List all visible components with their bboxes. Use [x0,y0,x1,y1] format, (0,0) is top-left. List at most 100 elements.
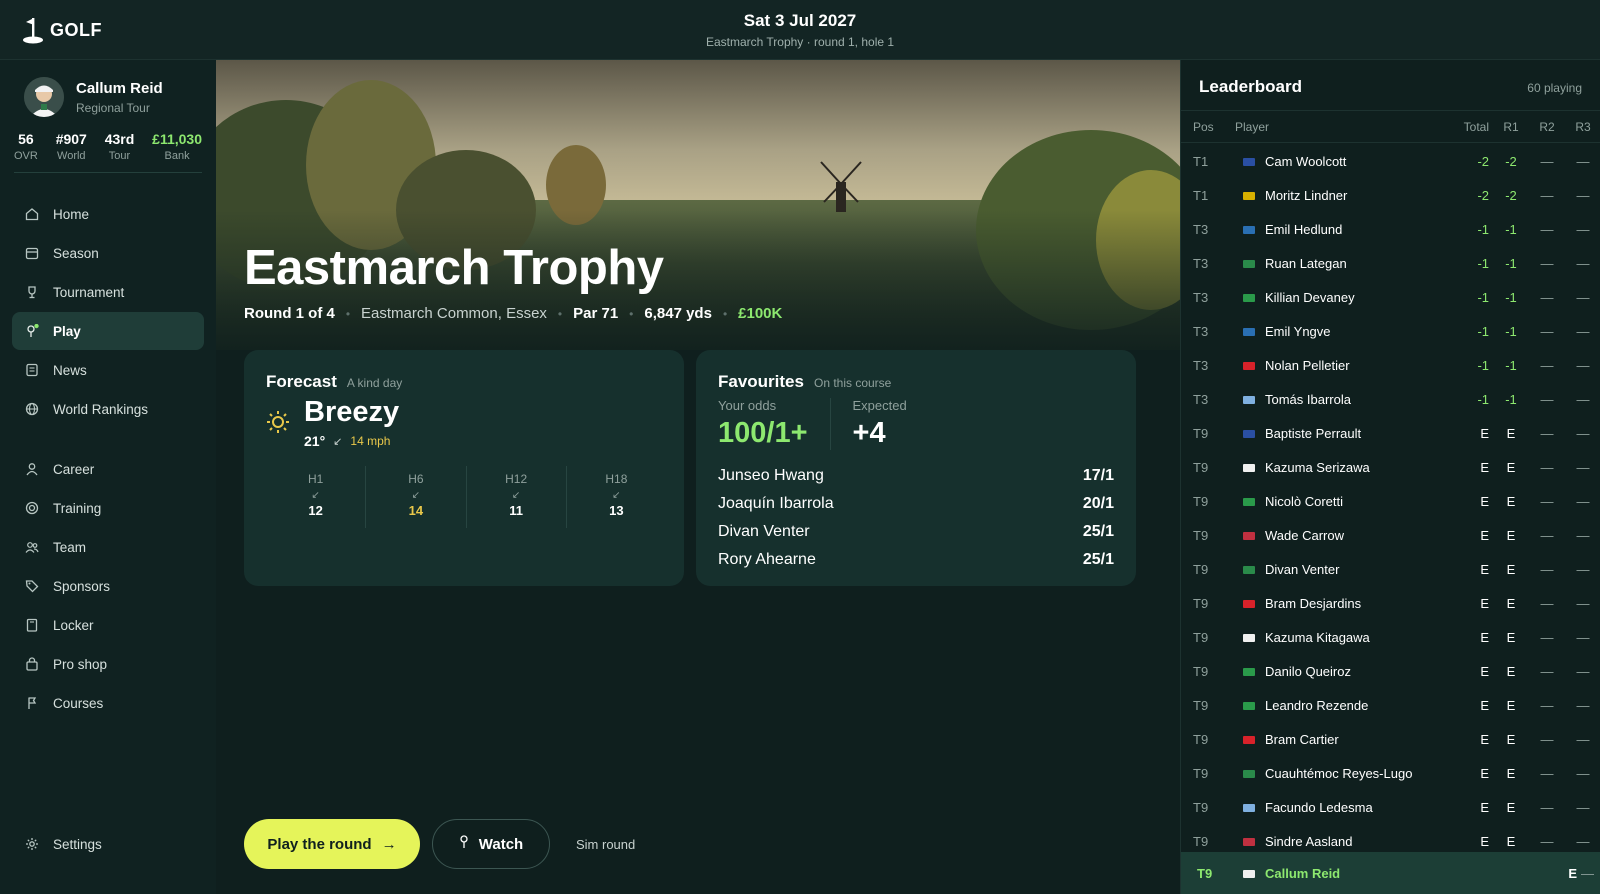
table-row[interactable]: T9 Facundo Ledesma E E — — [1181,790,1600,824]
table-row[interactable]: T3 Ruan Lategan -1 -1 — — [1181,246,1600,280]
list-item[interactable]: Rory Ahearne 25/1 [718,546,1114,574]
avatar [24,77,64,117]
nav-settings[interactable]: Settings [12,825,204,863]
round-2-score: — [1540,187,1554,203]
player-profile[interactable]: Callum Reid Regional Tour [24,77,163,117]
round-2-score: — [1540,425,1554,441]
flag-icon [1243,735,1255,744]
total-score: E [1480,459,1489,475]
flag-icon [1243,395,1255,404]
round-3-score: — [1576,459,1590,475]
flag-icon [1243,497,1255,506]
table-row[interactable]: T1 Moritz Lindner -2 -2 — — [1181,178,1600,212]
nav-news[interactable]: News [12,351,204,389]
play-round-button[interactable]: Play the round → [244,819,420,869]
table-row[interactable]: T9 Nicolò Coretti E E — — [1181,484,1600,518]
table-row[interactable]: T9 Kazuma Serizawa E E — — [1181,450,1600,484]
table-row[interactable]: T3 Nolan Pelletier -1 -1 — — [1181,348,1600,382]
current-date: Sat 3 Jul 2027 [743,11,857,30]
total-score: E [1480,595,1489,611]
position: T3 [1193,323,1209,339]
flag-icon [1243,869,1255,878]
nav-courses[interactable]: Courses [12,684,204,722]
flag-icon [1243,633,1255,642]
nav-home[interactable]: Home [12,195,204,233]
watch-button[interactable]: Watch [432,819,550,869]
stat-ovr: 56 OVR [14,131,38,162]
table-row[interactable]: T3 Emil Hedlund -1 -1 — — [1181,212,1600,246]
table-row[interactable]: T9 Cuauhtémoc Reyes-Lugo E E — — [1181,756,1600,790]
player-name: Cuauhtémoc Reyes-Lugo [1265,765,1413,781]
round-3-score: — [1576,595,1590,611]
table-row[interactable]: T9 Leandro Rezende E E — — [1181,688,1600,722]
round-3-score: — [1576,731,1590,747]
news-icon [25,363,39,377]
tournament-meta: Round 1 of 4 • Eastmarch Common, Essex •… [244,305,783,322]
forecast-title: Forecast [266,372,337,391]
position: T9 [1193,731,1209,747]
total-score: -1 [1477,323,1489,339]
nav-play[interactable]: Play [12,312,204,350]
nav-pro-shop[interactable]: Pro shop [12,645,204,683]
flag-icon [1243,701,1255,710]
globe-icon [25,402,39,416]
nav-locker[interactable]: Locker [12,606,204,644]
sim-round-button[interactable]: Sim round [576,837,635,852]
round-2-score: — [1540,799,1554,815]
table-row[interactable]: T3 Killian Devaney -1 -1 — — [1181,280,1600,314]
round-2-score: — [1540,765,1554,781]
round-1-score: -1 [1505,289,1517,305]
table-row[interactable]: T9 Kazuma Kitagawa E E — — [1181,620,1600,654]
round-3-score: — [1576,629,1590,645]
flag-icon [1243,599,1255,608]
round-1-score: -1 [1505,391,1517,407]
round-2-score: — [1540,731,1554,747]
locker-icon [25,618,39,632]
table-row[interactable]: T9 Danilo Queiroz E E — — [1181,654,1600,688]
prize-fund: £100K [738,305,783,322]
nav-world-rankings[interactable]: World Rankings [12,390,204,428]
table-row[interactable]: T1 Cam Woolcott -2 -2 — — [1181,144,1600,178]
hole-wind-list: H1 ↙ 12 H6 ↙ 14 H12 ↙ 11 H18 ↙ 13 [266,466,666,528]
gear-icon [25,837,39,851]
my-leaderboard-row[interactable]: T9 Callum Reid E — [1181,852,1600,894]
nav-team[interactable]: Team [12,528,204,566]
favourites-subtitle: On this course [813,376,892,390]
player-name: Danilo Queiroz [1265,663,1351,679]
position: T9 [1193,799,1209,815]
table-row[interactable]: T9 Divan Venter E E — — [1181,552,1600,586]
player-name: Kazuma Kitagawa [1265,629,1370,645]
list-item[interactable]: Divan Venter 25/1 [718,518,1114,546]
nav-sponsors[interactable]: Sponsors [12,567,204,605]
player-name: Ruan Lategan [1265,255,1347,271]
table-row[interactable]: T3 Emil Yngve -1 -1 — — [1181,314,1600,348]
position: T1 [1193,187,1209,203]
nav-training[interactable]: Training [12,489,204,527]
table-row[interactable]: T9 Bram Desjardins E E — — [1181,586,1600,620]
sun-icon [266,410,290,439]
player-name: Facundo Ledesma [1265,799,1373,815]
forecast-subtitle: A kind day [346,376,403,390]
table-row[interactable]: T3 Tomás Ibarrola -1 -1 — — [1181,382,1600,416]
table-row[interactable]: T9 Wade Carrow E E — — [1181,518,1600,552]
flag-icon [1243,837,1255,846]
player-name: Bram Cartier [1265,731,1339,747]
nav-tournament[interactable]: Tournament [12,273,204,311]
round-3-score: — [1576,153,1590,169]
player-name: Bram Desjardins [1265,595,1362,611]
table-row[interactable]: T9 Bram Cartier E E — — [1181,722,1600,756]
yardage: 6,847 yds [644,305,712,322]
round-2-score: — [1540,255,1554,271]
table-row[interactable]: T9 Baptiste Perrault E E — — [1181,416,1600,450]
position: T3 [1193,391,1209,407]
list-item[interactable]: Joaquín Ibarrola 20/1 [718,490,1114,518]
list-item[interactable]: Junseo Hwang 17/1 [718,462,1114,490]
total-score: -1 [1477,391,1489,407]
round-2-score: — [1540,527,1554,543]
leaderboard-title: Leaderboard [1199,77,1302,96]
nav-season[interactable]: Season [12,234,204,272]
total-score: E [1480,527,1489,543]
flag-icon [25,696,39,710]
calendar-icon [25,246,39,260]
nav-career[interactable]: Career [12,450,204,488]
